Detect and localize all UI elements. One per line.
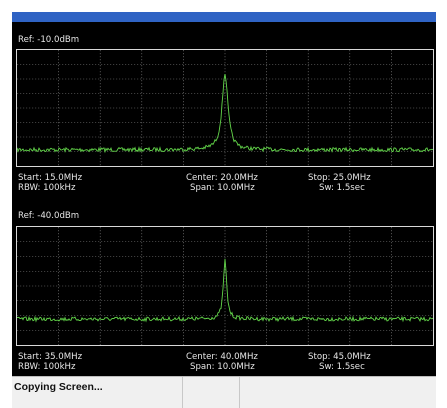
spectrum-trace-top <box>17 50 433 166</box>
start-frequency: Start: 15.0MHz <box>18 173 83 183</box>
center-frequency: Center: 40.0MHz <box>186 352 258 362</box>
reference-level-label: Ref: -40.0dBm <box>18 211 80 221</box>
stop-frequency: Stop: 45.0MHz <box>308 352 371 362</box>
spectrum-analyzer-window: Ref: -10.0dBm Start: 15.0MHz Center: 20.… <box>0 0 447 408</box>
resolution-bandwidth: RBW: 100kHz <box>18 183 76 193</box>
analyzer-screen: Ref: -10.0dBm Start: 15.0MHz Center: 20.… <box>12 22 436 376</box>
spectrum-plot-bottom[interactable] <box>16 226 434 346</box>
sweep-time: Sw: 1.5sec <box>319 362 365 372</box>
reference-level-label: Ref: -10.0dBm <box>18 35 80 45</box>
status-field <box>240 377 436 408</box>
start-frequency: Start: 35.0MHz <box>18 352 83 362</box>
title-bar <box>12 12 436 22</box>
spectrum-plot-top[interactable] <box>16 49 434 167</box>
span-value: Span: 10.0MHz <box>190 183 255 193</box>
sweep-time: Sw: 1.5sec <box>319 183 365 193</box>
resolution-bandwidth: RBW: 100kHz <box>18 362 76 372</box>
status-field <box>183 377 239 408</box>
span-value: Span: 10.0MHz <box>190 362 255 372</box>
status-bar: Copying Screen... <box>12 376 436 408</box>
status-message: Copying Screen... <box>14 381 103 393</box>
stop-frequency: Stop: 25.0MHz <box>308 173 371 183</box>
spectrum-trace-bottom <box>17 227 433 345</box>
center-frequency: Center: 20.0MHz <box>186 173 258 183</box>
